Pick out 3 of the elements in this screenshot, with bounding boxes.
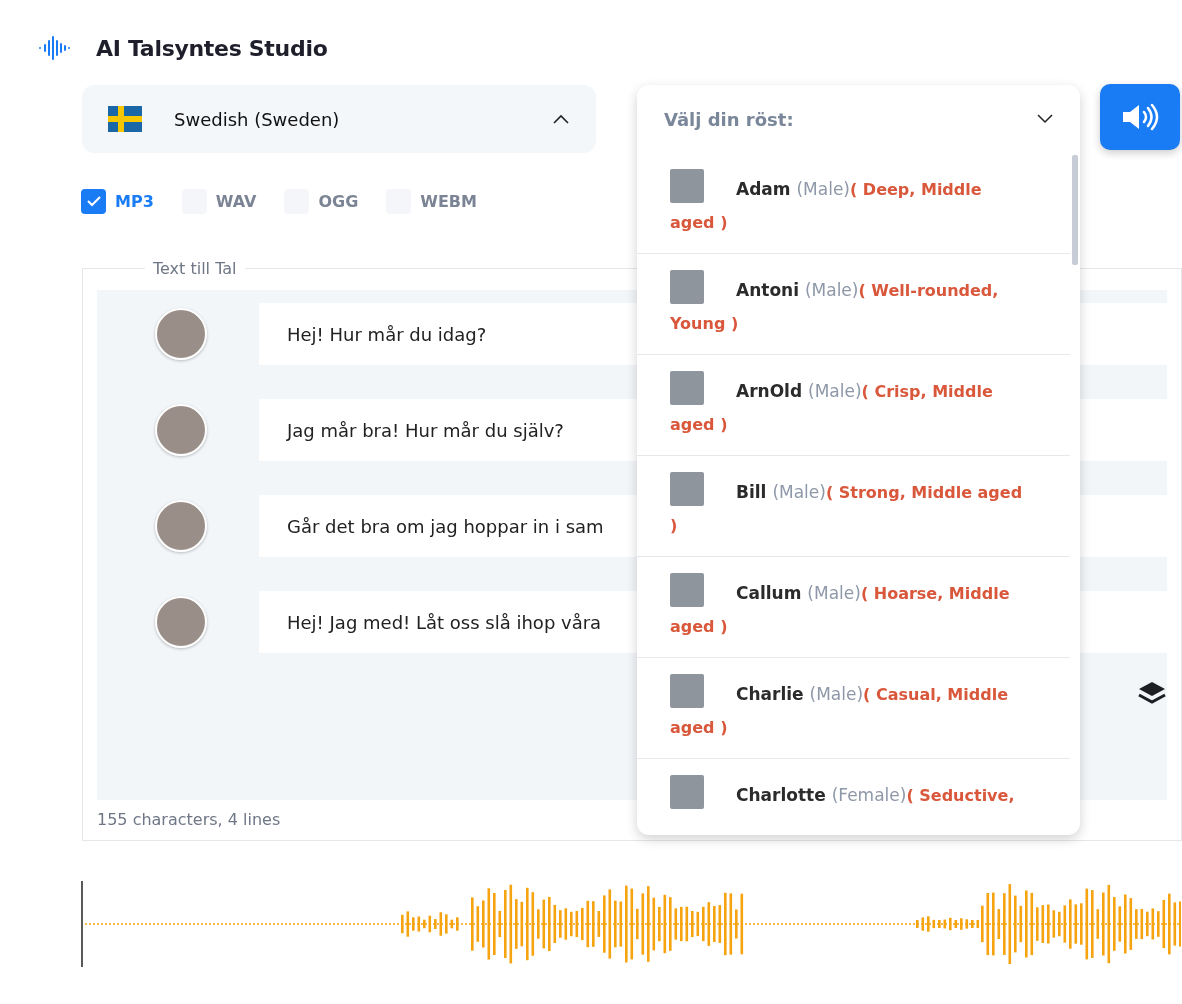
app-title: AI Talsyntes Studio <box>96 35 328 61</box>
character-count: 155 characters, 4 lines <box>97 810 281 829</box>
panel-legend: Text till Tal <box>145 259 245 278</box>
